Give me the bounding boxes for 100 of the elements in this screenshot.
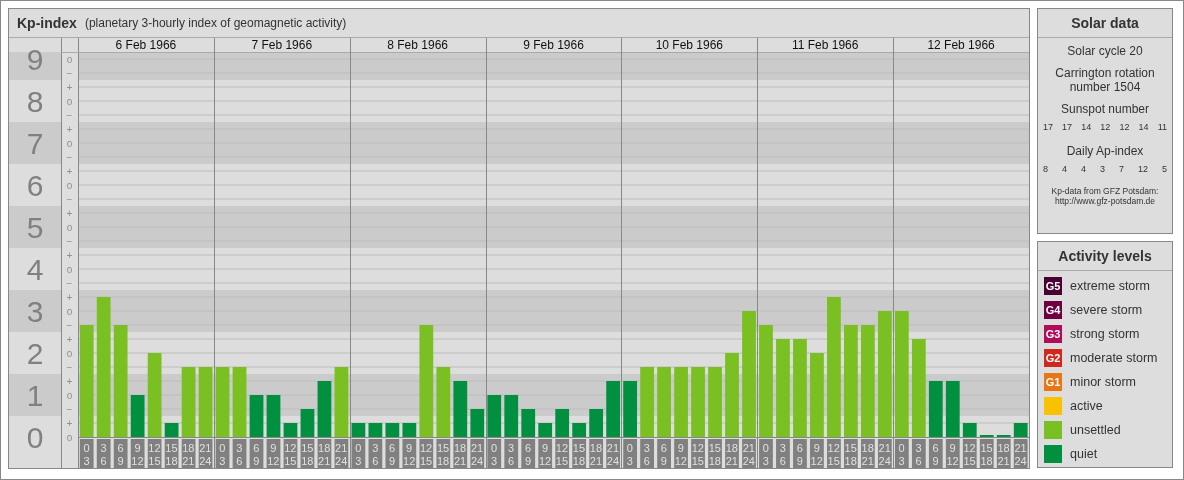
x-tick-label: 0 3: [83, 442, 90, 467]
date-label: 10 Feb 1966: [655, 38, 724, 52]
time-label: 3 6: [504, 439, 519, 468]
time-label: 12 15: [283, 439, 298, 468]
date-label: 9 Feb 1966: [523, 38, 584, 52]
level-label: unsettled: [1070, 422, 1121, 437]
kp-bar: [691, 367, 705, 437]
date-label: 12 Feb 1966: [927, 38, 995, 52]
time-label: 9 12: [266, 439, 281, 468]
panel-title: Kp-index: [17, 15, 77, 31]
kp-bar: [453, 381, 468, 437]
level-badge: G4: [1044, 300, 1062, 319]
panel-title: Solar data: [1038, 9, 1172, 38]
x-tick-label: 3 6: [100, 442, 107, 467]
minor-tick-label: o: [66, 348, 73, 359]
level-label: active: [1070, 398, 1103, 413]
time-label: 3 6: [640, 439, 654, 468]
kp-bar: [640, 367, 654, 437]
ap-index-value: 12: [1137, 164, 1148, 174]
kp-bar: [606, 381, 621, 437]
time-label: 0 3: [759, 439, 773, 468]
minor-tick-label: o: [66, 306, 73, 317]
source-link[interactable]: http://www.gfz-potsdam.de: [1054, 196, 1156, 206]
kp-bar: [1013, 423, 1028, 437]
x-tick-label: 0 3: [626, 442, 633, 467]
sunspot-value: 14: [1081, 122, 1092, 132]
time-label: 9 12: [810, 439, 824, 468]
minor-tick-label: o: [66, 180, 73, 191]
level-badge: G2: [1044, 348, 1062, 367]
minor-tick-label: −: [66, 194, 73, 205]
time-label: 18 21: [996, 439, 1011, 468]
minor-tick-label: +: [66, 82, 73, 93]
ap-index-value: 7: [1118, 164, 1124, 174]
y-axis-label: 2: [26, 337, 44, 370]
time-label: 12 15: [962, 439, 977, 468]
minor-tick-label: −: [66, 320, 73, 331]
sunspot-value: 17: [1062, 122, 1073, 132]
kp-bar: [368, 423, 383, 437]
time-label: 0 3: [487, 439, 502, 468]
minor-tick-label: o: [66, 264, 73, 275]
minor-tick-label: o: [66, 390, 73, 401]
time-label: 6 9: [928, 439, 943, 468]
ap-index-value: 8: [1043, 164, 1048, 174]
x-tick-label: 3 6: [236, 442, 243, 467]
minor-tick-label: o: [66, 54, 73, 65]
date-label: 7 Feb 1966: [251, 38, 313, 52]
time-label: 15 18: [300, 439, 315, 468]
kp-bar: [521, 409, 536, 437]
kp-bar: [555, 409, 570, 437]
kp-bar: [623, 381, 637, 437]
y-axis-label: 8: [26, 85, 44, 118]
time-label: 15 18: [708, 439, 722, 468]
x-tick-label: 6 9: [117, 442, 124, 467]
x-tick-label: 0 3: [219, 442, 226, 467]
minor-tick-label: o: [66, 138, 73, 149]
kp-bar: [232, 367, 247, 437]
x-tick-label: 6 9: [389, 442, 396, 467]
time-label: 12 15: [827, 439, 841, 468]
kp-bar: [945, 381, 960, 437]
level-label: minor storm: [1070, 374, 1136, 389]
sunspot-value: 12: [1119, 122, 1130, 132]
x-tick-label: 0 3: [355, 442, 362, 467]
time-label: 0 3: [215, 439, 230, 468]
carrington-text: Carrington rotation number 1504: [1054, 66, 1156, 94]
minor-tick-label: +: [66, 166, 73, 177]
level-badge: G5: [1044, 276, 1062, 295]
kp-bar: [504, 395, 519, 437]
y-axis-label: 4: [26, 253, 44, 286]
minor-tick-label: −: [66, 110, 73, 121]
kp-bar: [130, 395, 145, 437]
kp-bar: [589, 409, 604, 437]
x-tick-label: 0 3: [898, 442, 905, 467]
time-label: 0 3: [351, 439, 366, 468]
minor-tick-label: o: [66, 222, 73, 233]
time-label: 18 21: [589, 439, 604, 468]
x-tick-label: 6 9: [932, 442, 939, 467]
ap-index-value: 3: [1099, 164, 1105, 174]
time-label: 6 9: [113, 439, 128, 468]
time-label: 18 21: [317, 439, 332, 468]
time-label: 21 24: [334, 439, 349, 468]
time-label: 6 9: [793, 439, 807, 468]
kp-bar: [198, 367, 213, 437]
minor-tick-label: −: [66, 362, 73, 373]
x-tick-label: 3 6: [779, 442, 786, 467]
time-label: 6 9: [249, 439, 264, 468]
time-label: 12 15: [555, 439, 570, 468]
x-tick-label: 3 6: [372, 442, 379, 467]
time-label: 3 6: [368, 439, 383, 468]
kp-bar: [385, 423, 400, 437]
time-label: 21 24: [742, 439, 756, 468]
date-label: 6 Feb 1966: [115, 38, 177, 52]
minor-tick-label: +: [66, 208, 73, 219]
x-tick-label: 6 9: [524, 442, 532, 467]
time-label: 3 6: [96, 439, 111, 468]
time-label: 15 18: [979, 439, 994, 468]
level-label: severe storm: [1070, 302, 1143, 317]
time-label: 18 21: [725, 439, 739, 468]
minor-tick-label: o: [66, 432, 73, 443]
panel-title: Activity levels: [1038, 241, 1172, 271]
level-label: extreme storm: [1070, 278, 1150, 293]
